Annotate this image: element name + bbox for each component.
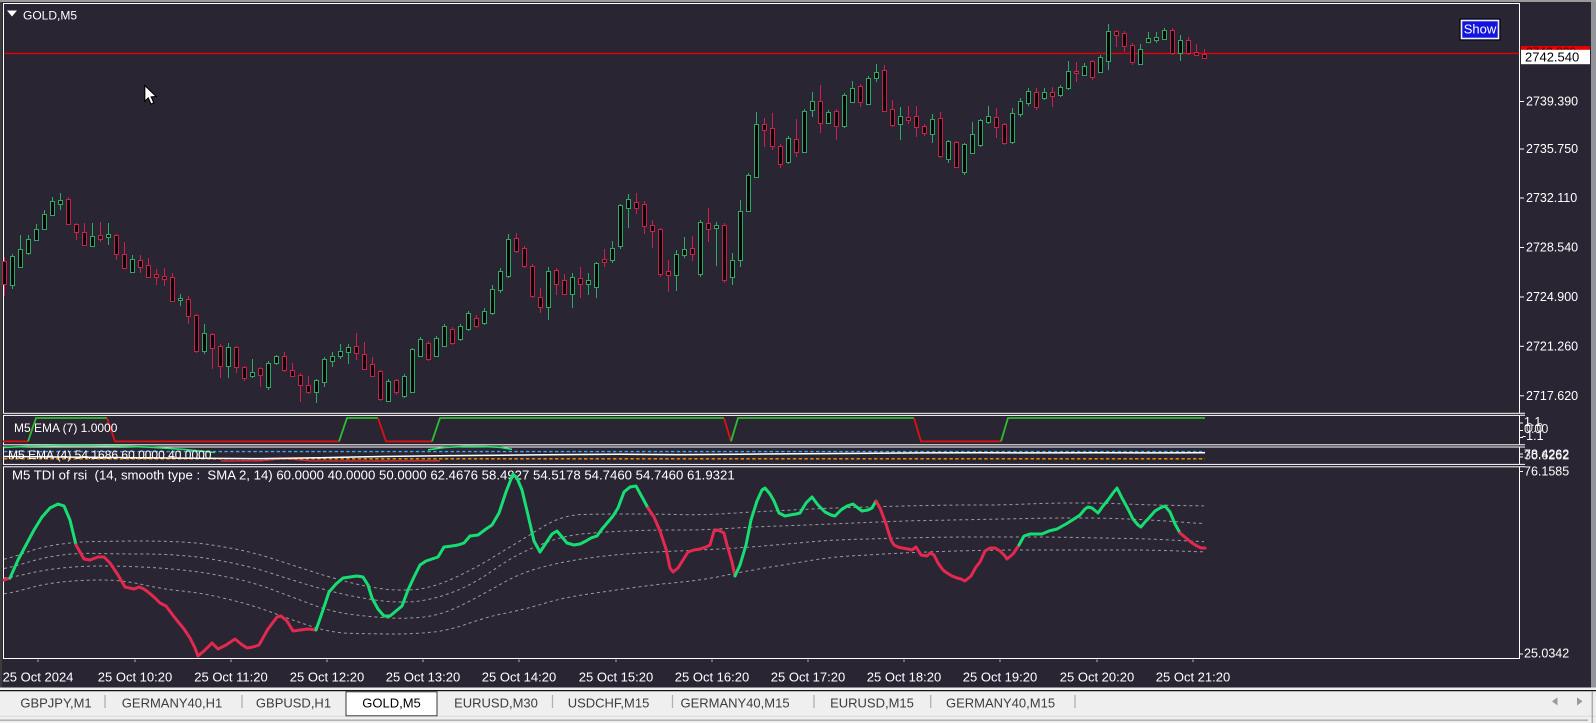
svg-text:25 Oct 12:20: 25 Oct 12:20 [290,670,364,685]
svg-text:GOLD,M5: GOLD,M5 [23,9,77,23]
svg-text:30.6262: 30.6262 [1524,449,1569,463]
svg-text:25 Oct 18:20: 25 Oct 18:20 [867,670,941,685]
svg-text:USDCHF,M15: USDCHF,M15 [568,696,650,711]
svg-text:Show: Show [1464,22,1497,37]
svg-text:25 Oct 21:20: 25 Oct 21:20 [1156,670,1230,685]
svg-text:25.0342: 25.0342 [1524,647,1569,661]
svg-text:2721.260: 2721.260 [1526,339,1578,353]
svg-text:25 Oct 17:20: 25 Oct 17:20 [771,670,845,685]
svg-text:76.1585: 76.1585 [1524,465,1569,479]
svg-text:25 Oct 13:20: 25 Oct 13:20 [386,670,460,685]
svg-text:2739.390: 2739.390 [1526,95,1578,109]
svg-text:2724.900: 2724.900 [1526,290,1578,304]
svg-text:2735.750: 2735.750 [1526,142,1578,156]
svg-text:25 Oct 19:20: 25 Oct 19:20 [963,670,1037,685]
svg-text:25 Oct 11:20: 25 Oct 11:20 [194,670,267,685]
svg-text:25 Oct 16:20: 25 Oct 16:20 [675,670,749,685]
svg-text:GERMANY40,M15: GERMANY40,M15 [946,696,1055,711]
svg-text:2717.620: 2717.620 [1526,389,1578,403]
svg-text:2742.540: 2742.540 [1525,50,1579,65]
svg-text:-1.1: -1.1 [1522,429,1544,443]
svg-text:EURUSD,M30: EURUSD,M30 [454,696,538,711]
svg-text:25 Oct 14:20: 25 Oct 14:20 [482,670,556,685]
svg-text:GERMANY40,H1: GERMANY40,H1 [122,696,222,711]
svg-text:25 Oct 15:20: 25 Oct 15:20 [579,670,653,685]
svg-text:2728.540: 2728.540 [1526,241,1578,255]
svg-text:25 Oct 10:20: 25 Oct 10:20 [98,670,172,685]
svg-text:25 Oct 2024: 25 Oct 2024 [3,670,74,685]
svg-text:GBPUSD,H1: GBPUSD,H1 [256,696,331,711]
svg-text:GBPJPY,M1: GBPJPY,M1 [20,696,91,711]
svg-text:M5 TDI of rsi (14, smooth typ: M5 TDI of rsi (14, smooth type : SMA 2, … [12,468,735,483]
svg-text:25 Oct 20:20: 25 Oct 20:20 [1060,670,1134,685]
svg-text:EURUSD,M15: EURUSD,M15 [830,696,914,711]
svg-text:M5 EMA (4) 54.1686 60.0000 40.: M5 EMA (4) 54.1686 60.0000 40.0000 [8,448,212,462]
svg-text:GERMANY40,M15: GERMANY40,M15 [680,696,789,711]
svg-text:GOLD,M5: GOLD,M5 [362,696,421,711]
svg-text:M5 EMA (7) 1.0000: M5 EMA (7) 1.0000 [14,421,118,435]
svg-text:2732.110: 2732.110 [1526,191,1577,205]
